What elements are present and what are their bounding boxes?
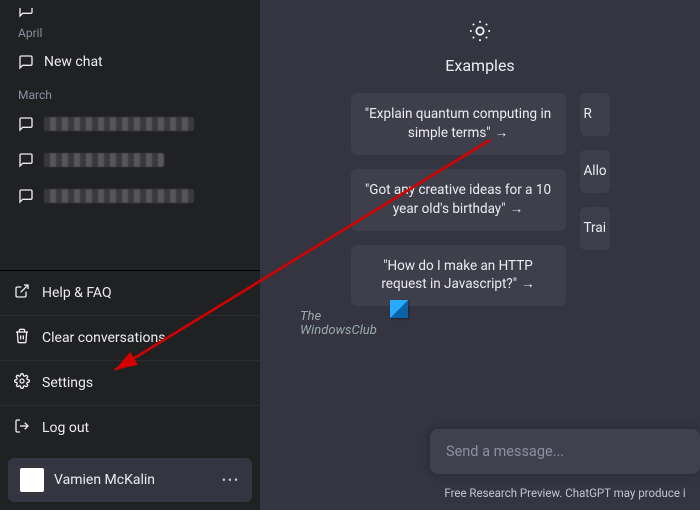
chat-item-new-chat[interactable]: New chat [8,44,252,80]
card-text: R [584,106,592,122]
settings-item[interactable]: Settings [0,360,260,405]
logout-icon [14,418,30,438]
more-icon[interactable]: ••• [222,473,240,487]
user-profile[interactable]: Vamien McKalin ••• [8,458,252,502]
chat-item-redacted[interactable] [8,142,252,178]
chat-item-truncated[interactable] [8,8,252,18]
logout-item[interactable]: Log out [0,405,260,450]
example-card-cut[interactable]: Trai [580,207,610,250]
redacted-label [44,189,194,203]
chat-item-redacted[interactable] [8,106,252,142]
section-label-april: April [8,18,252,44]
chat-icon [18,152,34,168]
redacted-label [44,153,164,167]
watermark: The WindowsClub [300,310,377,339]
message-input-bar: Send a message... [430,429,700,474]
example-card-cut[interactable]: R [580,93,610,136]
watermark-logo [390,300,408,318]
bottom-menu: Help & FAQ Clear conversations Settings … [0,270,260,450]
chat-icon [18,54,34,70]
arrow-icon: → [510,200,524,219]
example-card[interactable]: "Got any creative ideas for a 10 year ol… [351,169,566,231]
menu-label: Clear conversations [42,330,165,346]
section-label-march: March [8,80,252,106]
card-column-2-cut: R Allo Trai [580,93,610,306]
footer-disclaimer: Free Research Preview. ChatGPT may produ… [430,486,700,500]
chat-item-redacted[interactable] [8,178,252,214]
example-card[interactable]: "Explain quantum computing in simple ter… [351,93,566,155]
chat-icon [18,116,34,132]
chat-item-label: New chat [44,54,103,70]
card-text: Allo [584,163,607,179]
menu-label: Settings [42,375,93,391]
help-faq-item[interactable]: Help & FAQ [0,271,260,315]
card-text: "Got any creative ideas for a 10 year ol… [365,182,551,217]
redacted-label [44,117,194,131]
chat-icon [18,188,34,204]
clear-conversations-item[interactable]: Clear conversations [0,315,260,360]
examples-heading: Examples [445,56,514,75]
arrow-icon: → [521,275,535,294]
avatar [20,468,44,492]
example-card[interactable]: "How do I make an HTTP request in Javasc… [351,245,566,307]
sidebar: April New chat March [0,0,260,510]
example-cards: "Explain quantum computing in simple ter… [351,93,610,306]
sidebar-scroll: April New chat March [0,0,260,270]
card-text: "Explain quantum computing in simple ter… [365,106,551,141]
card-text: Trai [584,220,607,236]
sun-icon [469,20,491,46]
trash-icon [14,328,30,348]
user-name: Vamien McKalin [54,472,155,488]
card-text: "How do I make an HTTP request in Javasc… [381,258,532,293]
watermark-line1: The [300,310,377,324]
menu-label: Help & FAQ [42,285,112,301]
example-card-cut[interactable]: Allo [580,150,610,193]
menu-label: Log out [42,420,89,436]
watermark-line2: WindowsClub [300,324,377,338]
chat-icon [18,8,34,18]
message-input[interactable]: Send a message... [430,429,700,474]
card-column-1: "Explain quantum computing in simple ter… [351,93,566,306]
gear-icon [14,373,30,393]
arrow-icon: → [495,124,509,143]
main-content: Examples "Explain quantum computing in s… [260,0,700,510]
external-link-icon [14,283,30,303]
